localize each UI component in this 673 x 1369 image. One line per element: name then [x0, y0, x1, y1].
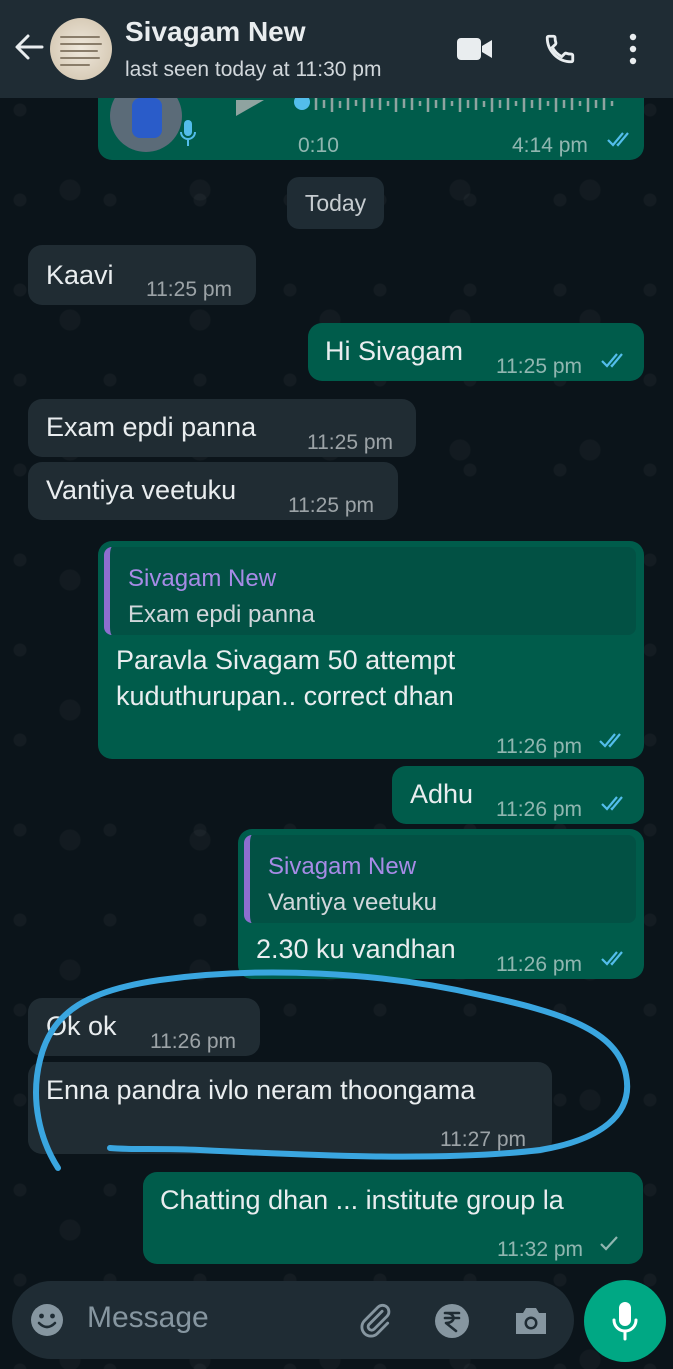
outgoing-reply-message[interactable]: Sivagam New Vantiya veetuku 2.30 ku vand… — [238, 829, 644, 979]
quoted-message[interactable]: Sivagam New Exam epdi panna — [104, 547, 636, 635]
message-input[interactable]: Message — [87, 1301, 209, 1335]
quoted-text: Vantiya veetuku — [268, 889, 437, 916]
message-time: 11:25 pm — [307, 431, 393, 454]
attach-icon[interactable] — [356, 1301, 394, 1339]
message-text: 2.30 ku vandhan — [256, 934, 456, 964]
quoted-text: Exam epdi panna — [128, 601, 315, 628]
mic-icon — [612, 1302, 638, 1341]
message-text: Ok ok — [46, 1011, 117, 1041]
message-time: 11:25 pm — [146, 278, 232, 301]
back-arrow-icon[interactable] — [12, 30, 46, 64]
double-tick-icon — [601, 353, 623, 368]
incoming-message[interactable]: Kaavi 11:25 pm — [28, 245, 256, 305]
incoming-message[interactable]: Exam epdi panna 11:25 pm — [28, 399, 416, 457]
outgoing-reply-message[interactable]: Sivagam New Exam epdi panna Paravla Siva… — [98, 541, 644, 759]
message-text: Hi Sivagam — [325, 336, 464, 366]
emoji-icon[interactable] — [30, 1303, 64, 1337]
message-time: 11:25 pm — [288, 494, 374, 517]
more-vert-icon[interactable] — [626, 32, 640, 66]
double-tick-icon — [599, 733, 621, 748]
waveform[interactable] — [294, 96, 624, 120]
double-tick-icon — [607, 132, 629, 147]
quoted-sender: Sivagam New — [268, 853, 417, 880]
message-time: 11:25 pm — [496, 355, 582, 378]
outgoing-message[interactable]: Adhu 11:26 pm — [392, 766, 644, 824]
rupee-icon[interactable] — [434, 1303, 470, 1339]
outgoing-message[interactable]: Hi Sivagam 11:25 pm — [308, 323, 644, 381]
contact-name[interactable]: Sivagam New — [125, 16, 306, 48]
message-time: 11:27 pm — [440, 1128, 526, 1151]
double-tick-icon — [601, 951, 623, 966]
message-text-line-2: kuduthurupan.. correct dhan — [116, 681, 454, 711]
message-time: 11:32 pm — [497, 1238, 583, 1261]
voice-duration: 0:10 — [298, 134, 339, 157]
chat-header: Sivagam New last seen today at 11:30 pm — [0, 0, 673, 98]
message-time: 11:26 pm — [496, 798, 582, 821]
message-text: Vantiya veetuku — [46, 475, 237, 505]
date-divider: Today — [287, 177, 384, 229]
message-text: Adhu — [410, 779, 474, 809]
quoted-message[interactable]: Sivagam New Vantiya veetuku — [244, 835, 636, 923]
message-text-line-1: Paravla Sivagam 50 attempt — [116, 645, 456, 675]
incoming-message[interactable]: Ok ok 11:26 pm — [28, 998, 260, 1056]
mic-icon — [180, 120, 196, 146]
voice-record-button[interactable] — [584, 1280, 666, 1362]
video-call-icon[interactable] — [456, 36, 494, 62]
quoted-sender: Sivagam New — [128, 565, 277, 592]
last-seen-status: last seen today at 11:30 pm — [125, 58, 382, 81]
message-time: 11:26 pm — [150, 1030, 236, 1053]
message-text: Enna pandra ivlo neram thoongama — [46, 1075, 476, 1105]
message-time: 4:14 pm — [512, 134, 588, 157]
message-composer[interactable]: Message — [12, 1281, 574, 1359]
message-time: 11:26 pm — [496, 735, 582, 758]
message-text: Chatting dhan ... institute group la — [160, 1185, 564, 1215]
contact-avatar[interactable] — [50, 18, 112, 80]
message-text: Kaavi — [46, 260, 114, 290]
message-text: Exam epdi panna — [46, 412, 257, 442]
play-icon[interactable] — [232, 100, 268, 118]
incoming-message[interactable]: Enna pandra ivlo neram thoongama 11:27 p… — [28, 1062, 552, 1154]
phone-icon[interactable] — [543, 32, 577, 66]
double-tick-icon — [601, 796, 623, 811]
single-tick-icon — [600, 1236, 618, 1251]
incoming-message[interactable]: Vantiya veetuku 11:25 pm — [28, 462, 398, 520]
outgoing-message[interactable]: Chatting dhan ... institute group la 11:… — [143, 1172, 643, 1264]
message-time: 11:26 pm — [496, 953, 582, 976]
camera-icon[interactable] — [512, 1305, 550, 1337]
